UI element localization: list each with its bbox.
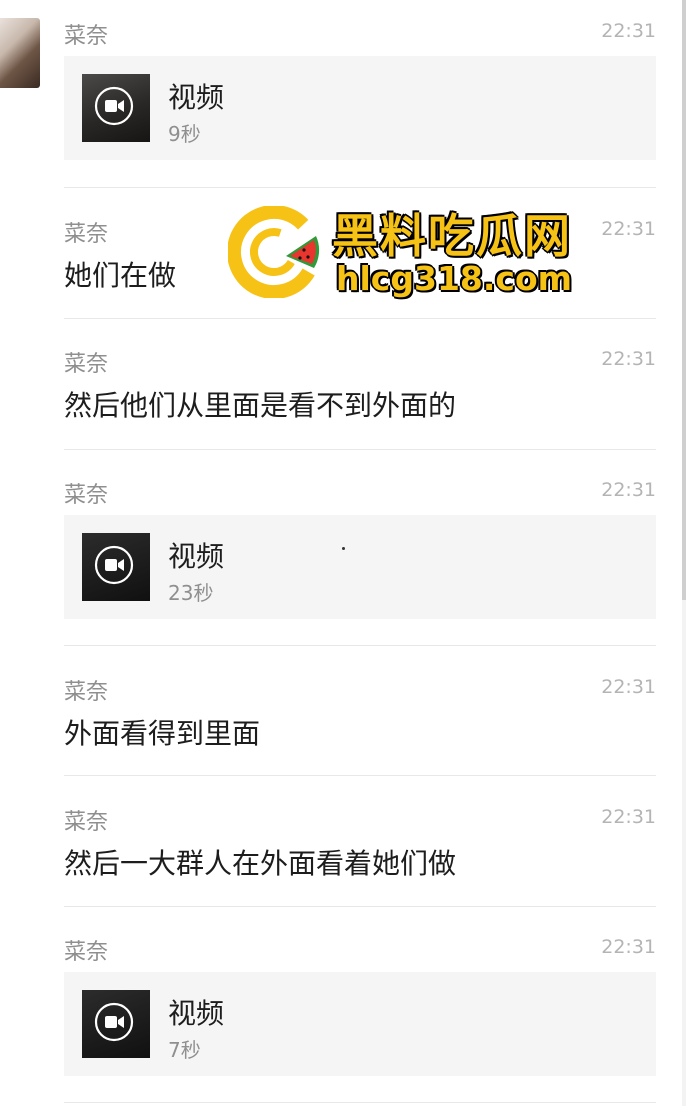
- message-time: 22:31: [601, 479, 656, 501]
- divider: [64, 187, 656, 188]
- sender-name: 菜奈: [64, 680, 109, 705]
- watermark-site-name: 黑料吃瓜网: [332, 209, 572, 263]
- video-play-icon: [94, 86, 134, 126]
- divider: [64, 1102, 656, 1103]
- divider: [64, 449, 656, 450]
- watermark-url: hlcg318.com: [336, 259, 573, 298]
- message-time: 22:31: [601, 676, 656, 698]
- video-label: 视频: [168, 997, 225, 1030]
- video-card[interactable]: 视频 23秒: [64, 515, 656, 619]
- scrollbar-thumb[interactable]: [682, 0, 686, 600]
- message-text: 然后一大群人在外面看着她们做: [64, 847, 457, 880]
- message-time: 22:31: [601, 936, 656, 958]
- stray-dot: [342, 547, 345, 550]
- video-thumbnail[interactable]: [82, 990, 150, 1058]
- video-play-icon: [94, 1002, 134, 1042]
- scrollbar[interactable]: [682, 0, 686, 1106]
- divider: [64, 775, 656, 776]
- sender-name: 菜奈: [64, 940, 109, 965]
- divider: [64, 318, 656, 319]
- video-duration: 7秒: [168, 1038, 201, 1062]
- message-text: 外面看得到里面: [64, 717, 261, 750]
- message-time: 22:31: [601, 348, 656, 370]
- message-time: 22:31: [601, 218, 656, 240]
- sender-avatar[interactable]: [0, 18, 40, 88]
- divider: [64, 645, 656, 646]
- message-text: 她们在做: [64, 259, 177, 292]
- video-duration: 9秒: [168, 122, 201, 146]
- video-label: 视频: [168, 540, 225, 573]
- video-card[interactable]: 视频 7秒: [64, 972, 656, 1076]
- message-time: 22:31: [601, 20, 656, 42]
- site-logo-icon: [228, 206, 320, 298]
- video-play-icon: [94, 545, 134, 585]
- sender-name: 菜奈: [64, 483, 109, 508]
- video-thumbnail[interactable]: [82, 74, 150, 142]
- message-time: 22:31: [601, 806, 656, 828]
- sender-name: 菜奈: [64, 352, 109, 377]
- video-label: 视频: [168, 81, 225, 114]
- sender-name: 菜奈: [64, 24, 109, 49]
- sender-name: 菜奈: [64, 222, 109, 247]
- sender-name: 菜奈: [64, 810, 109, 835]
- video-card[interactable]: 视频 9秒: [64, 56, 656, 160]
- video-duration: 23秒: [168, 581, 214, 605]
- divider: [64, 906, 656, 907]
- message-text: 然后他们从里面是看不到外面的: [64, 389, 457, 422]
- video-thumbnail[interactable]: [82, 533, 150, 601]
